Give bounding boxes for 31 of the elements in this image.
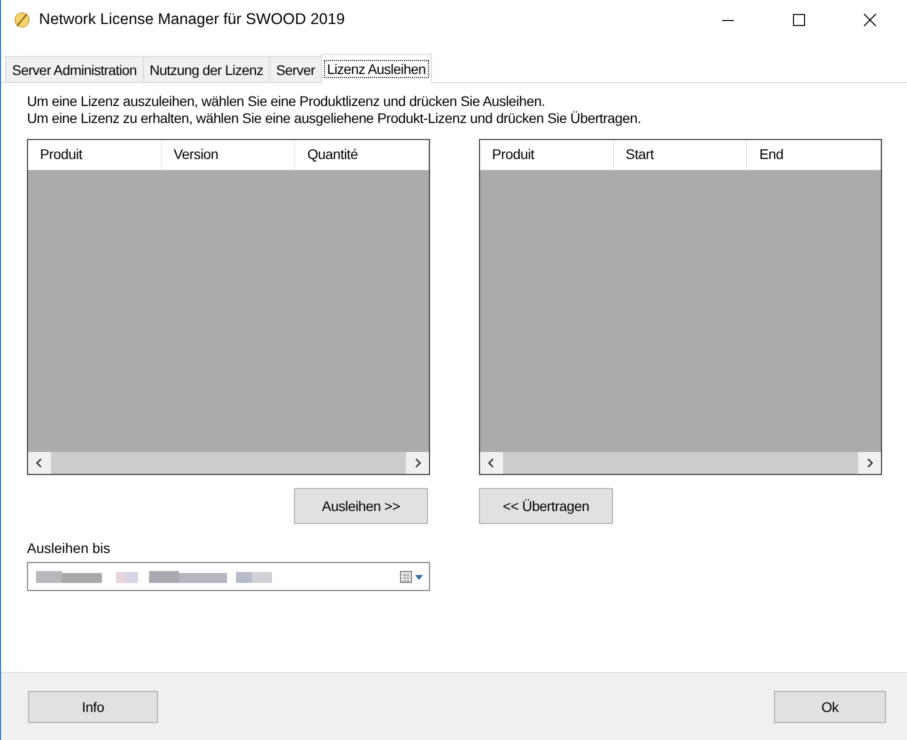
date-picker[interactable]	[27, 562, 430, 591]
maximize-icon[interactable]	[791, 12, 807, 28]
scroll-left-icon[interactable]	[35, 458, 43, 468]
tab[interactable]: Server	[269, 56, 322, 82]
tab[interactable]: Lizenz Ausleihen	[320, 54, 432, 83]
column-header[interactable]: Produit	[28, 140, 162, 170]
scroll-right-icon[interactable]	[414, 458, 422, 468]
scroll-left-icon[interactable]	[487, 458, 495, 468]
field-label: Ausleihen bis	[27, 540, 112, 556]
info-button[interactable]: Info	[28, 690, 158, 722]
horizontal-scrollbar[interactable]	[28, 452, 429, 474]
return-button[interactable]: << Übertragen	[479, 488, 613, 524]
scroll-right-icon[interactable]	[866, 458, 874, 468]
borrow-button[interactable]: Ausleihen >>	[294, 488, 428, 524]
app-logo-icon	[13, 11, 31, 29]
calendar-dropdown-icon[interactable]	[399, 570, 425, 584]
ok-button[interactable]: Ok	[774, 690, 886, 722]
list-view[interactable]: Produit Start End	[479, 139, 882, 475]
column-header[interactable]: Quantité	[295, 140, 430, 170]
list-view[interactable]: Produit Version Quantité	[27, 139, 430, 475]
column-header[interactable]: End	[747, 140, 882, 170]
tab[interactable]: Nutzung der Lizenz	[142, 56, 270, 82]
close-icon[interactable]	[862, 12, 878, 28]
column-header[interactable]: Produit	[480, 140, 614, 170]
tab[interactable]: Server Administration	[5, 56, 144, 82]
horizontal-scrollbar[interactable]	[480, 452, 881, 474]
column-header[interactable]: Start	[614, 140, 748, 170]
instruction-text: Um eine Lizenz auszuleihen, wählen Sie eine Produktlizenz und drücken Sie Ausleihen.	[27, 93, 546, 110]
column-header[interactable]: Version	[162, 140, 296, 170]
window-title: Network License Manager für SWOOD 2019	[39, 11, 345, 29]
instruction-text: Um eine Lizenz zu erhalten, wählen Sie eine ausgeliehene Produkt-Lizenz und drücken Sie Übertragen.	[27, 110, 642, 127]
